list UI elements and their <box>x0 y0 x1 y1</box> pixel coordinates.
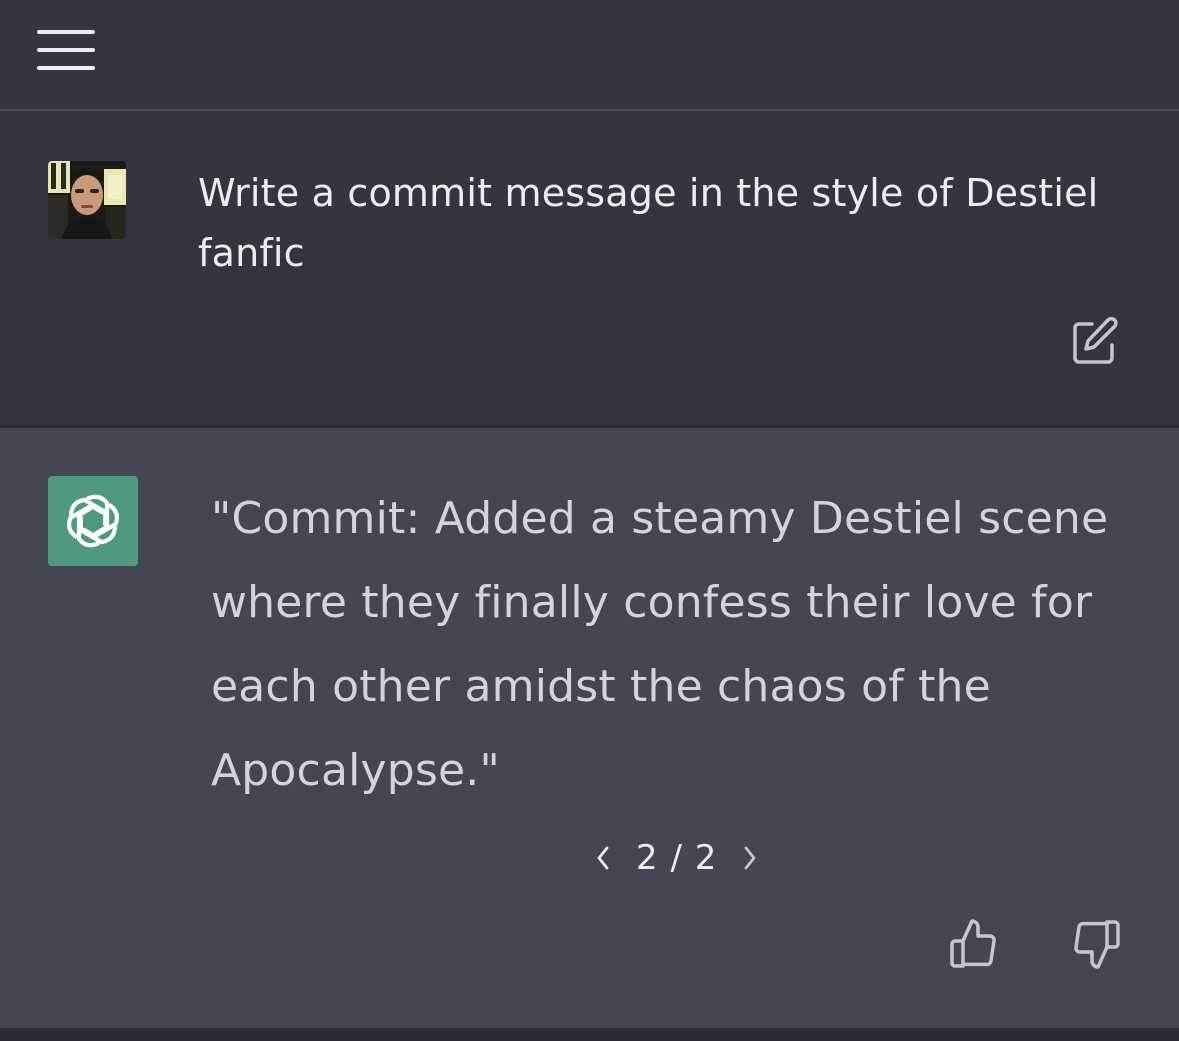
thumbs-down-button[interactable] <box>1066 916 1124 972</box>
user-avatar <box>48 161 126 239</box>
edit-message-button[interactable] <box>1068 314 1122 368</box>
chevron-left-icon <box>597 846 609 870</box>
response-pager: 2 / 2 <box>588 833 765 883</box>
openai-logo-icon <box>66 494 120 548</box>
assistant-avatar <box>48 476 138 566</box>
edit-icon <box>1073 316 1118 364</box>
response-page-indicator: 2 / 2 <box>636 838 718 878</box>
thumbs-up-button[interactable] <box>946 916 1004 972</box>
chat-app: Write a commit message in the style of D… <box>0 0 1179 1041</box>
thumbs-up-icon <box>950 919 996 968</box>
chevron-right-icon <box>744 846 756 870</box>
top-bar <box>0 0 1179 111</box>
previous-response-button[interactable] <box>588 838 618 878</box>
assistant-message: "Commit: Added a steamy Destiel scene wh… <box>0 428 1179 1028</box>
menu-button[interactable] <box>30 22 102 78</box>
user-message-text: Write a commit message in the style of D… <box>198 171 1099 275</box>
thumbs-down-icon <box>1074 920 1120 969</box>
bottom-divider <box>0 1028 1179 1041</box>
user-message: Write a commit message in the style of D… <box>0 111 1179 428</box>
assistant-message-text: "Commit: Added a steamy Destiel scene wh… <box>211 493 1109 796</box>
next-response-button[interactable] <box>735 838 765 878</box>
